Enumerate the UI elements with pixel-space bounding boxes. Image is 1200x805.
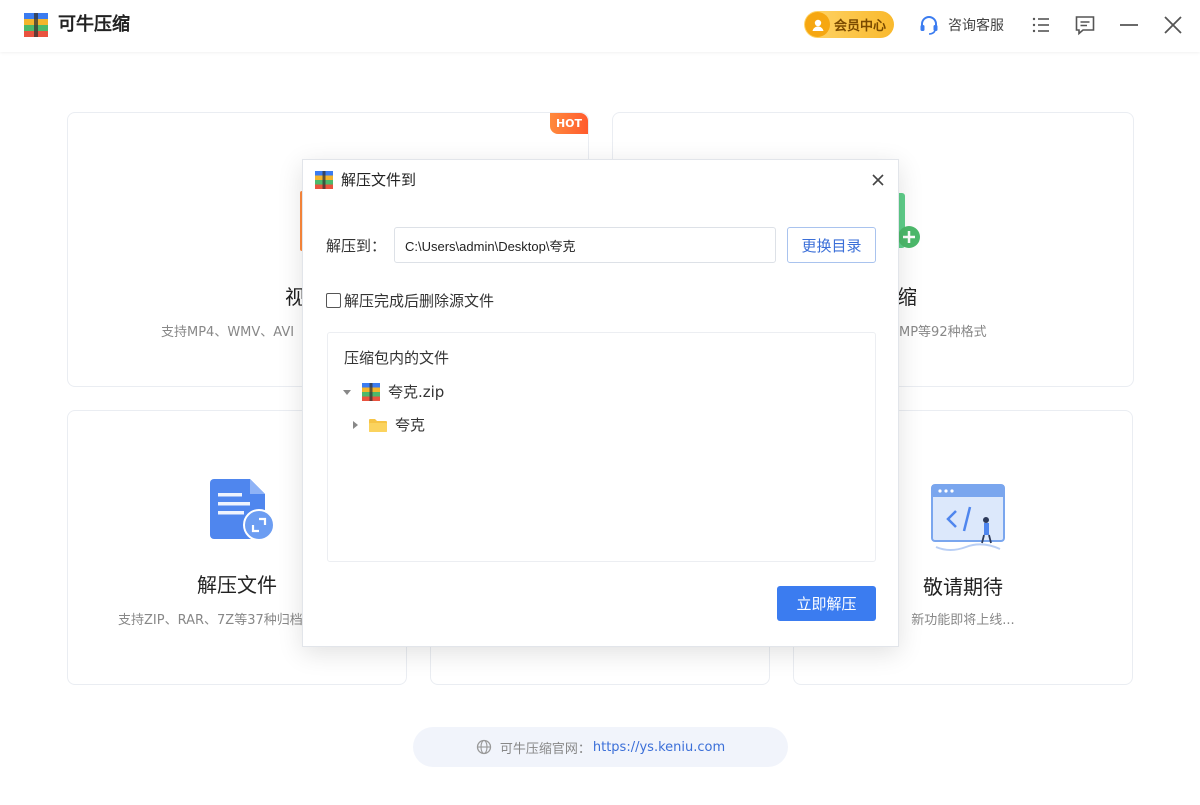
tree-item-archive[interactable]: 夸克.zip	[342, 381, 444, 402]
minimize-icon[interactable]	[1118, 14, 1140, 36]
tree-item-label: 夸克.zip	[388, 383, 445, 401]
delete-after-extract-label: 解压完成后删除源文件	[344, 292, 495, 310]
file-tree-heading: 压缩包内的文件	[344, 349, 450, 367]
code-window-icon	[931, 484, 1005, 551]
customer-service-button[interactable]: 咨询客服	[918, 13, 1004, 37]
close-icon[interactable]	[1162, 14, 1184, 36]
extract-to-dialog: 解压文件到 解压到： 更换目录 解压完成后删除源文件 压缩包内的文件 夸克.zi…	[302, 159, 899, 647]
vip-center-button[interactable]: 会员中心	[804, 11, 894, 38]
caret-down-icon[interactable]	[342, 387, 352, 397]
extract-file-icon	[210, 479, 275, 541]
delete-after-extract-option[interactable]: 解压完成后删除源文件	[326, 290, 494, 311]
folder-icon	[369, 418, 387, 432]
zip-file-icon	[362, 382, 380, 401]
change-directory-button[interactable]: 更换目录	[787, 227, 876, 263]
user-avatar-icon	[805, 12, 830, 37]
extract-path-label: 解压到：	[326, 237, 387, 255]
extract-now-button[interactable]: 立即解压	[777, 586, 876, 621]
title-bar: 可牛压缩 会员中心 咨询客服	[0, 0, 1200, 52]
dialog-close-icon[interactable]	[868, 170, 888, 190]
official-site-label: 可牛压缩官网：	[499, 741, 591, 757]
official-site-bar: 可牛压缩官网： https://ys.keniu.com	[413, 727, 788, 767]
archive-file-tree: 压缩包内的文件 夸克.zip 夸克	[327, 332, 876, 562]
official-site-link[interactable]: https://ys.keniu.com	[593, 740, 725, 755]
hot-badge: HOT	[550, 113, 588, 134]
globe-icon	[476, 739, 492, 755]
image-card-title: 缩	[897, 285, 917, 309]
menu-list-icon[interactable]	[1030, 14, 1052, 36]
app-title: 可牛压缩	[58, 14, 130, 35]
tree-item-folder[interactable]: 夸克	[350, 414, 425, 435]
extract-path-input[interactable]	[394, 227, 776, 263]
feedback-icon[interactable]	[1074, 14, 1096, 36]
app-logo-icon	[24, 13, 48, 37]
customer-service-label: 咨询客服	[948, 18, 1004, 34]
tree-item-label: 夸克	[395, 416, 426, 434]
headset-icon	[920, 16, 938, 35]
delete-after-extract-checkbox[interactable]	[326, 293, 341, 308]
vip-center-label: 会员中心	[834, 19, 887, 34]
caret-right-icon[interactable]	[350, 420, 360, 430]
image-card-desc: MP等92种格式	[899, 325, 987, 340]
dialog-title: 解压文件到	[341, 171, 417, 189]
dialog-logo-icon	[315, 171, 333, 189]
